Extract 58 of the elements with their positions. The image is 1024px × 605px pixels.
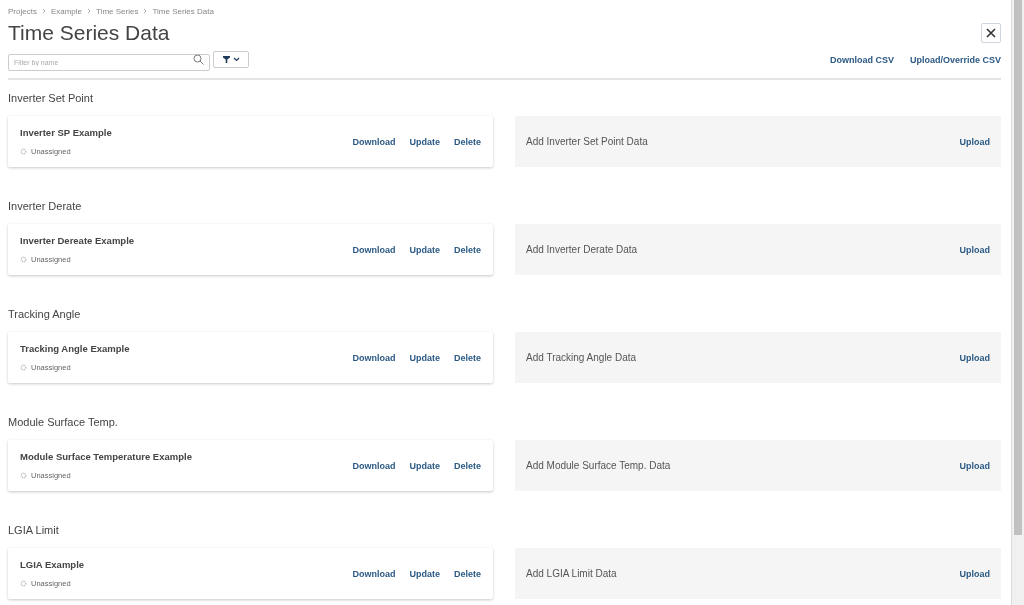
gear-icon: [20, 148, 27, 155]
card-action-link[interactable]: Download: [352, 244, 396, 255]
breadcrumb-link[interactable]: Example: [50, 6, 83, 16]
dataset-name: Inverter Dereate Example: [20, 235, 135, 246]
breadcrumb-link[interactable]: Time Series: [96, 6, 139, 16]
card-action-link[interactable]: Update: [409, 460, 440, 471]
add-data-label: Add Inverter Set Point Data: [526, 136, 648, 147]
page-title: Time Series Data: [8, 21, 170, 45]
upload-link[interactable]: Upload: [959, 352, 990, 363]
card-action-link[interactable]: Download: [352, 568, 396, 579]
breadcrumb-link[interactable]: Time Series Data: [152, 6, 214, 16]
csv-link[interactable]: Download CSV: [829, 54, 894, 65]
close-icon: [986, 28, 996, 38]
section-title: Inverter Set Point: [8, 91, 94, 106]
card-action-link[interactable]: Download: [352, 460, 396, 471]
scrollbar-thumb[interactable]: [1014, 0, 1022, 535]
upload-link[interactable]: Upload: [959, 568, 990, 579]
funnel-icon: [222, 56, 230, 63]
card-action-link[interactable]: Delete: [454, 568, 481, 579]
card-action-link[interactable]: Delete: [454, 244, 481, 255]
scrollbar[interactable]: [1011, 0, 1024, 605]
gear-icon: [20, 364, 27, 371]
dataset-name: Inverter SP Example: [20, 127, 112, 138]
dataset-name: LGIA Example: [20, 559, 85, 570]
gear-icon: [20, 580, 27, 587]
close-button[interactable]: [981, 23, 1001, 43]
filter-dropdown-button[interactable]: [213, 51, 249, 68]
section-title: Inverter Derate: [8, 199, 83, 214]
csv-link[interactable]: Upload/Override CSV: [909, 54, 1001, 65]
breadcrumb-link[interactable]: Projects: [8, 6, 37, 16]
add-data-label: Add Module Surface Temp. Data: [526, 460, 671, 471]
section-title: Tracking Angle: [8, 307, 82, 322]
card-action-link[interactable]: Update: [409, 568, 440, 579]
upload-link[interactable]: Upload: [959, 136, 990, 147]
card-action-link[interactable]: Update: [409, 136, 440, 147]
card-action-link[interactable]: Download: [352, 136, 396, 147]
search-icon: [193, 54, 204, 65]
chevron-icon: [40, 8, 47, 14]
gear-icon: [20, 472, 27, 479]
dataset-name: Tracking Angle Example: [20, 343, 130, 354]
card-action-link[interactable]: Download: [352, 352, 396, 363]
gear-icon: [20, 256, 27, 263]
card-action-link[interactable]: Delete: [454, 136, 481, 147]
card-action-link[interactable]: Update: [409, 244, 440, 255]
section-title: Module Surface Temp.: [8, 415, 119, 430]
add-data-label: Add LGIA Limit Data: [526, 568, 617, 579]
card-action-link[interactable]: Delete: [454, 352, 481, 363]
upload-link[interactable]: Upload: [959, 460, 990, 471]
caret-icon: [232, 57, 240, 62]
dataset-name: Module Surface Temperature Example: [20, 451, 192, 462]
upload-link[interactable]: Upload: [959, 244, 990, 255]
chevron-icon: [142, 8, 149, 14]
section-title: LGIA Limit: [8, 523, 60, 538]
card-action-link[interactable]: Delete: [454, 460, 481, 471]
chevron-icon: [86, 8, 93, 14]
add-data-label: Add Tracking Angle Data: [526, 352, 637, 363]
add-data-label: Add Inverter Derate Data: [526, 244, 638, 255]
card-action-link[interactable]: Update: [409, 352, 440, 363]
